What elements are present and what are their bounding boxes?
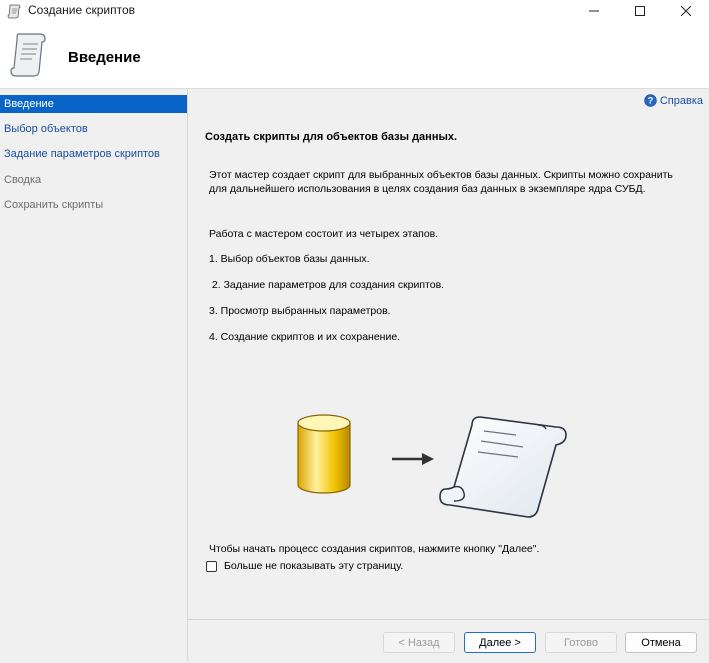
help-link[interactable]: ? Справка [644, 94, 703, 107]
wizard-content: ? Справка Создать скрипты для объектов б… [188, 89, 709, 619]
minimize-button[interactable] [571, 0, 617, 22]
intro-text: Этот мастер создает скрипт для выбранных… [209, 169, 673, 195]
close-icon [681, 6, 691, 16]
next-button[interactable]: Далее > [464, 632, 536, 653]
content-heading: Создать скрипты для объектов базы данных… [205, 131, 458, 143]
wizard-button-bar: < Назад Далее > Готово Отмена [188, 619, 709, 663]
step-2-text: 2. Задание параметров для создания скрип… [209, 279, 445, 291]
close-button[interactable] [663, 0, 709, 22]
dont-show-again-label[interactable]: Больше не показывать эту страницу. [224, 560, 403, 572]
maximize-button[interactable] [617, 0, 663, 22]
database-icon [297, 414, 351, 494]
dont-show-again-checkbox[interactable] [206, 560, 217, 572]
scroll-icon [7, 4, 21, 19]
finish-button: Готово [545, 632, 617, 653]
window-title: Создание скриптов [28, 3, 135, 17]
steps-intro-text: Работа с мастером состоит из четырех эта… [209, 228, 439, 240]
wizard-illustration [297, 414, 567, 518]
minimize-icon [589, 10, 599, 12]
page-title: Введение [68, 49, 141, 66]
step-4-text: 4. Создание скриптов и их сохранение. [209, 331, 401, 343]
script-scroll-icon [439, 416, 567, 518]
sidebar-item-script-options[interactable]: Задание параметров скриптов [0, 145, 187, 163]
sidebar-item-summary: Сводка [4, 174, 42, 186]
help-label[interactable]: Справка [660, 95, 703, 107]
scroll-icon [10, 33, 46, 77]
wizard-header: Введение [0, 22, 709, 89]
back-button: < Назад [383, 632, 455, 653]
sidebar-item-save-scripts: Сохранить скрипты [4, 199, 104, 211]
help-icon: ? [644, 94, 657, 107]
cancel-button[interactable]: Отмена [625, 632, 697, 653]
maximize-icon [635, 6, 645, 16]
dont-show-again-row[interactable]: Больше не показывать эту страницу. [206, 560, 403, 572]
svg-text:?: ? [648, 96, 654, 106]
title-bar: Создание скриптов [0, 0, 709, 22]
wizard-sidebar: Введение Выбор объектов Задание параметр… [0, 89, 188, 662]
sidebar-item-intro[interactable]: Введение [0, 95, 187, 113]
step-3-text: 3. Просмотр выбранных параметров. [209, 305, 391, 317]
arrow-right-icon [392, 453, 434, 465]
sidebar-item-select-objects[interactable]: Выбор объектов [0, 120, 187, 138]
step-1-text: 1. Выбор объектов базы данных. [209, 253, 370, 265]
start-hint-text: Чтобы начать процесс создания скриптов, … [209, 543, 540, 555]
